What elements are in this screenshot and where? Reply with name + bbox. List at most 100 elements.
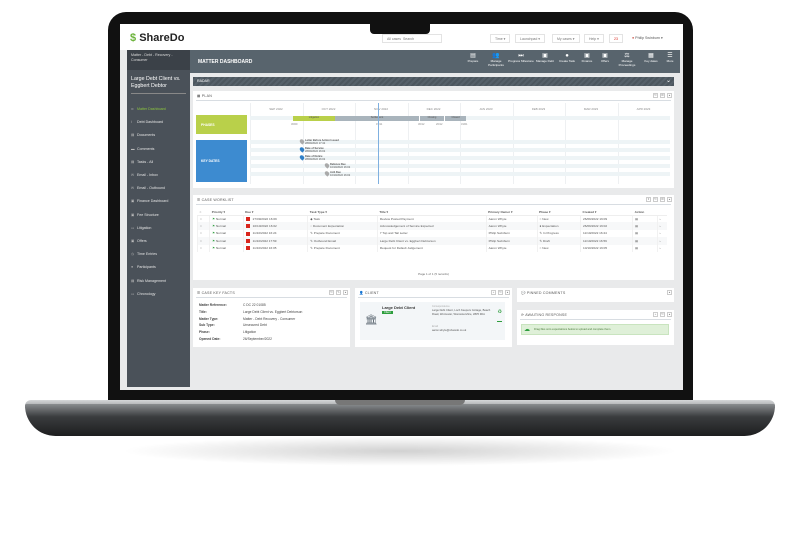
phase: Expectation [542, 224, 559, 229]
sidebar-item[interactable]: ▤ Risk Management [131, 279, 166, 283]
phase-bar[interactable]: Settlement [335, 116, 419, 121]
sidebar-item[interactable]: i Debt Dashboard [131, 120, 163, 124]
sidebar-item[interactable]: ▤ Tasks - All [131, 160, 153, 164]
action-button[interactable]: ▣ Offers [596, 53, 614, 64]
sidebar-item[interactable]: ✉ Email - Inbox [131, 173, 158, 177]
sidebar-item[interactable]: ∞ Matter Dashboard [131, 107, 166, 111]
table-row[interactable]: ○ ⚑ Normal 11/10/2022 16:05 ✎ Prepare Do… [196, 244, 667, 252]
task-title[interactable]: Large Debt Client vs. Eggbert Debtorson [376, 237, 487, 245]
nav-launchpad[interactable]: Launchpad ▾ [515, 34, 546, 43]
action-button[interactable]: 👥 Manage Participants [484, 53, 508, 67]
action-button[interactable]: ● Create Task [556, 53, 578, 64]
sidebar-item[interactable]: ▭ Chronology [131, 292, 155, 296]
sidebar-item[interactable]: ▣ Offers [131, 239, 147, 243]
row-checkbox[interactable]: ○ [196, 222, 210, 230]
collapse-icon[interactable]: ▴ [505, 290, 510, 295]
phase-bar[interactable]: Litigation [293, 116, 335, 121]
key-date-marker[interactable]: Date of Notice 28/09/2022 16:02 [298, 154, 325, 161]
task-title[interactable]: Request for Default Judgement [376, 244, 487, 252]
plan-panel: ▦ PLAN ↻ ⚙ ▴ SEP 2022 OCT 2022 NOV 2022 DEC… [193, 91, 674, 188]
search-scope[interactable]: All cases [387, 37, 401, 41]
sidebar-item[interactable]: ✉ Email - Outbound [131, 186, 165, 190]
collapse-icon[interactable]: ▴ [667, 290, 672, 295]
key-date-marker[interactable]: AoS Due 10/10/2022 16:02 [323, 170, 350, 177]
refresh-icon[interactable]: ↻ [329, 290, 334, 295]
collapse-icon[interactable]: ▴ [667, 312, 672, 317]
sidebar-item[interactable]: ● Participants [131, 265, 156, 269]
action-button[interactable]: ▣ Manage Debt [534, 53, 556, 64]
sidebar-item[interactable]: ▬ Comments [131, 147, 154, 151]
sidebar-item-label: Offers [137, 239, 147, 243]
user-menu[interactable]: ● Philip Swinburn ▾ [632, 36, 663, 40]
sidebar-item[interactable]: ▭ Litigation [131, 226, 151, 230]
chevron-right-icon[interactable]: › [656, 222, 667, 230]
refresh-icon[interactable]: ↻ [653, 197, 658, 202]
edit-icon[interactable]: ✎ [336, 290, 341, 295]
refresh-icon[interactable]: ↻ [660, 312, 665, 317]
task-title[interactable]: 7 Top and Tail Letter [376, 229, 487, 238]
pinned-title: 💬 PINNED COMMENTS [521, 291, 566, 295]
action-button[interactable]: ▤ Prepare [462, 53, 484, 64]
row-checkbox[interactable]: ○ [196, 229, 210, 238]
chevron-right-icon[interactable]: › [656, 237, 667, 245]
action-button[interactable]: ☰ More [662, 53, 678, 64]
collapse-icon[interactable]: ▴ [667, 93, 672, 98]
action-menu-icon[interactable]: ▤ [632, 237, 658, 245]
client-title-text: CLIENT [364, 291, 379, 295]
collapse-icon[interactable]: ▴ [667, 197, 672, 202]
action-button[interactable]: ⚖ Manage Proceedings [614, 53, 640, 67]
chevron-right-icon[interactable]: › [656, 215, 667, 223]
search-input[interactable]: All cases Search [382, 34, 442, 43]
action-menu-icon[interactable]: ▤ [632, 229, 658, 238]
key-date-marker[interactable]: Defence Due 10/10/2022 16:02 [323, 162, 350, 169]
sync-icon[interactable]: ♻ [498, 309, 502, 315]
nav-time[interactable]: Time ▾ [490, 34, 511, 43]
chevron-right-icon[interactable]: › [656, 244, 667, 252]
action-button[interactable]: ▦ Key dates [640, 53, 662, 64]
action-menu-icon[interactable]: ▤ [632, 244, 658, 252]
key-date-marker[interactable]: Date of Service 28/09/2022 16:02 [298, 146, 325, 153]
upload-dropzone[interactable]: ☁ Drag files onto expectations below to … [521, 324, 669, 335]
chevron-right-icon[interactable]: › [656, 229, 667, 238]
nav-my-cases[interactable]: My cases ▾ [552, 34, 580, 43]
filter-icon[interactable]: ▾ [646, 197, 651, 202]
table-row[interactable]: ○ ⚑ Normal 11/10/2022 17:59 ✎ Outbound E… [196, 237, 667, 245]
settings-icon[interactable]: ⚙ [660, 197, 665, 202]
action-button[interactable]: ⏭ Progress Milestone [508, 53, 534, 64]
chevron-down-icon[interactable]: ⌄ [666, 77, 671, 84]
add-icon[interactable]: + [491, 290, 496, 295]
nav-help[interactable]: Help ▾ [584, 34, 604, 43]
phase-bar[interactable]: Closing [419, 116, 444, 121]
settings-icon[interactable]: ⚙ [660, 93, 665, 98]
row-checkbox[interactable]: ○ [196, 244, 210, 252]
radar-bar[interactable]: RADAR ⌄ [193, 77, 674, 86]
client-panel: 👤 CLIENT + ↻ ▴ 🏛 Large Debt Client Clien… [355, 288, 512, 347]
refresh-icon[interactable]: ↻ [653, 93, 658, 98]
client-email[interactable]: aaron.whyte@sharedo.co.uk [432, 329, 466, 332]
action-menu-icon[interactable]: ▤ [632, 222, 658, 230]
notifications-bell-icon[interactable]: 23 [609, 34, 623, 43]
action-menu-icon[interactable]: ▤ [632, 215, 658, 223]
refresh-icon[interactable]: ↻ [498, 290, 503, 295]
client-card[interactable]: 🏛 Large Debt Client Client Correspondenc… [360, 302, 505, 340]
table-row[interactable]: ○ ⚑ Normal 11/10/2022 16:24 ✎ Prepare Do… [196, 229, 667, 238]
client-name[interactable]: Large Debt Client [382, 305, 415, 310]
collapse-icon[interactable]: ▴ [343, 290, 348, 295]
sidebar-item[interactable]: ◷ Time Entries [131, 252, 157, 256]
table-row[interactable]: ○ ⚑ Normal 27/09/2022 16:09 ◆ Task Revie… [196, 215, 667, 223]
sharedo-logo[interactable]: $ ShareDo [130, 32, 184, 44]
remove-icon[interactable] [497, 321, 502, 322]
row-checkbox[interactable]: ○ [196, 215, 210, 223]
key-date-marker[interactable]: Letter Before Action Issued 28/09/2022 17… [298, 138, 339, 145]
add-icon[interactable]: + [653, 312, 658, 317]
row-checkbox[interactable]: ○ [196, 237, 210, 245]
action-button[interactable]: ▣ Finance [578, 53, 596, 64]
task-title[interactable]: Review Posted Payment [376, 215, 487, 223]
sidebar-item[interactable]: ▤ Documents [131, 133, 155, 137]
sidebar-item[interactable]: ▣ Finance Dashboard [131, 199, 168, 203]
phase-bar[interactable]: Closed [444, 116, 466, 121]
table-row[interactable]: ○ ⚑ Normal 10/10/2022 16:02 ◌ Document E… [196, 222, 667, 230]
phase-icon: ✎ [539, 231, 543, 236]
task-title[interactable]: Acknowledgement of Service Expected [376, 222, 487, 230]
sidebar-item[interactable]: ▣ Fee Structure [131, 213, 159, 217]
